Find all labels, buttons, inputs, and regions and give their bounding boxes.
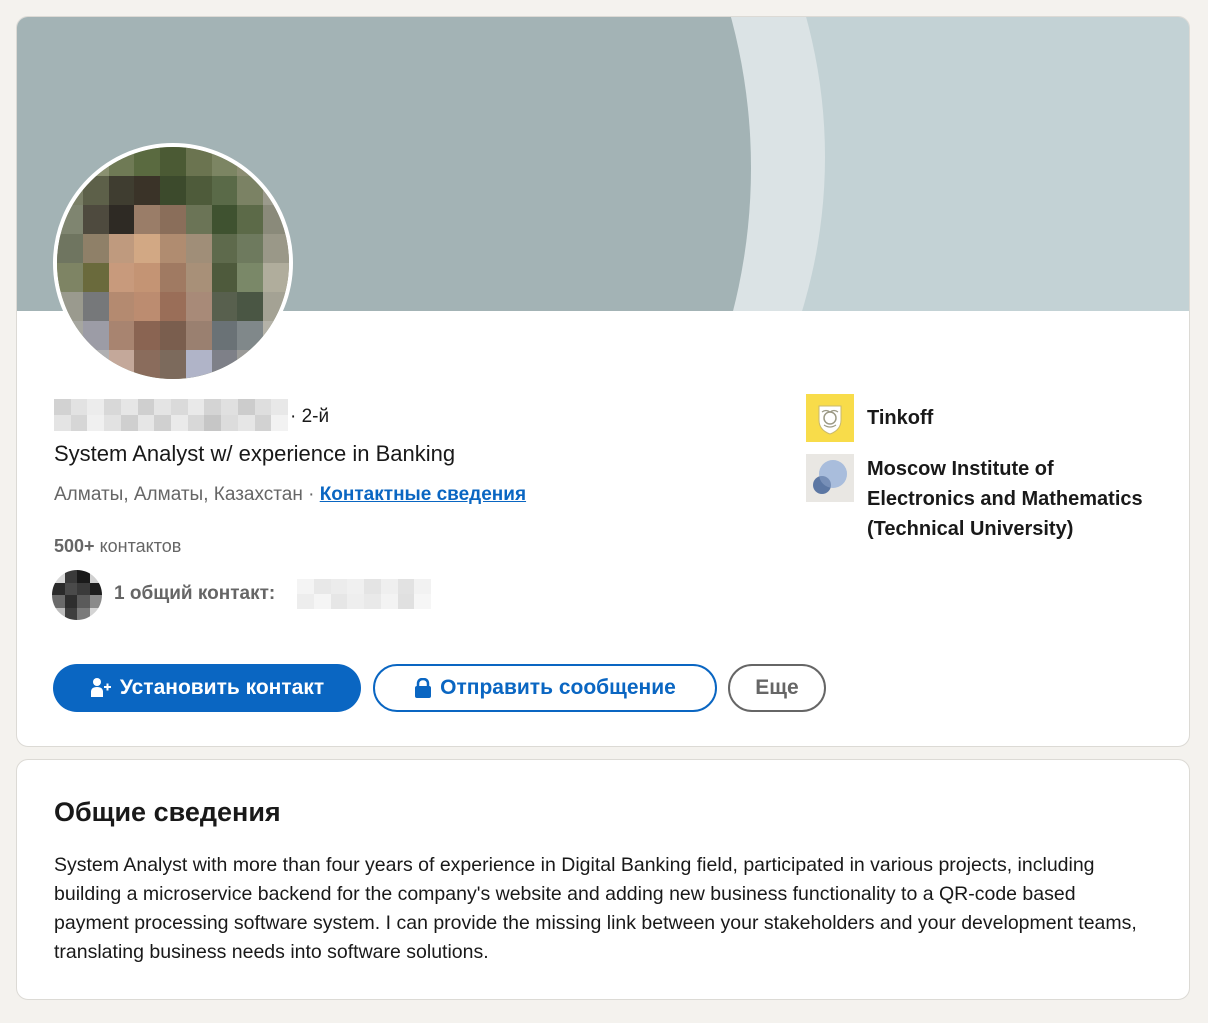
profile-top-card: · 2-й System Analyst w/ experience in Ba…	[16, 16, 1190, 747]
connections-label: контактов	[99, 536, 182, 556]
connection-degree: · 2-й	[290, 406, 330, 427]
mutual-contact-name-redacted	[297, 579, 431, 609]
miem-logo	[806, 454, 854, 502]
location-line: Алматы, Алматы, Казахстан · Контактные с…	[54, 484, 526, 506]
profile-location: Алматы, Алматы, Казахстан	[54, 484, 303, 505]
org-name-tinkoff: Tinkoff	[867, 407, 934, 429]
profile-name-redacted	[54, 399, 288, 431]
more-button-label: Еще	[755, 676, 799, 699]
about-section-text: System Analyst with more than four years…	[54, 854, 1137, 963]
mutual-avatar-pixelated	[52, 570, 102, 620]
tinkoff-logo	[806, 394, 854, 442]
contact-info-link[interactable]: Контактные сведения	[320, 484, 526, 505]
send-message-button[interactable]: Отправить сообщение	[373, 664, 717, 712]
mutual-connection-avatar[interactable]	[52, 570, 102, 620]
about-section-card: Общие сведения System Analyst with more …	[16, 759, 1190, 1000]
location-separator: ·	[308, 484, 315, 505]
connect-button[interactable]: Установить контакт	[53, 664, 361, 712]
banner-strip	[825, 17, 1189, 311]
connect-button-label: Установить контакт	[119, 676, 325, 699]
about-section-title: Общие сведения	[54, 797, 281, 827]
profile-avatar[interactable]	[53, 143, 293, 383]
add-person-icon	[90, 677, 112, 699]
avatar-pixelated-photo	[57, 147, 289, 379]
profile-headline: System Analyst w/ experience in Banking	[54, 441, 456, 466]
org-name-miem: Moscow Institute of Electronics and Math…	[867, 458, 1143, 540]
mutual-connections-text[interactable]: 1 общий контакт:	[114, 583, 275, 605]
lock-icon	[414, 678, 432, 698]
connections-number: 500+	[54, 536, 95, 556]
more-actions-button[interactable]: Еще	[728, 664, 826, 712]
send-message-label: Отправить сообщение	[440, 676, 676, 699]
connections-count[interactable]: 500+ контактов	[54, 536, 181, 557]
